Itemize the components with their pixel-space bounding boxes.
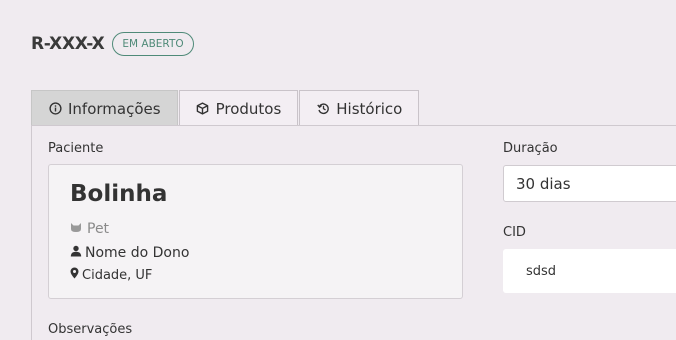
info-circle-icon	[48, 102, 62, 116]
duration-value: 30 dias	[516, 174, 571, 193]
owner-name: Nome do Dono	[85, 245, 190, 261]
duration-field[interactable]: 30 dias	[503, 165, 676, 202]
person-icon	[70, 245, 82, 261]
species-label: Pet	[87, 221, 110, 237]
location-text: Cidade, UF	[82, 267, 153, 283]
tab-label: Informações	[68, 99, 161, 118]
cat-icon	[70, 221, 82, 237]
patient-location: Cidade, UF	[70, 267, 152, 283]
tab-produtos[interactable]: Produtos	[178, 90, 299, 126]
map-pin-icon	[70, 267, 79, 283]
tab-bar: Informações Produtos Histórico	[31, 90, 420, 126]
record-header: R-XXX-X EM ABERTO	[31, 32, 194, 56]
observations-label: Observações	[48, 322, 133, 337]
history-icon	[316, 102, 330, 116]
cid-label: CID	[503, 225, 526, 240]
record-code: R-XXX-X	[31, 34, 105, 54]
cid-value: sdsd	[526, 263, 557, 279]
patient-species: Pet	[70, 221, 109, 237]
status-badge: EM ABERTO	[112, 32, 194, 56]
panel-border	[31, 125, 32, 340]
tab-divider	[31, 125, 676, 126]
patient-name: Bolinha	[70, 181, 168, 207]
tab-label: Histórico	[336, 99, 403, 118]
box-icon	[196, 102, 210, 116]
tab-informacoes[interactable]: Informações	[31, 90, 178, 126]
patient-owner: Nome do Dono	[70, 245, 189, 261]
tab-label: Produtos	[215, 99, 282, 118]
patient-card[interactable]: Bolinha Pet Nome do Dono Cidade, UF	[48, 164, 463, 299]
cid-field[interactable]: sdsd	[503, 249, 676, 293]
patient-label: Paciente	[48, 141, 104, 156]
duration-label: Duração	[503, 141, 558, 156]
tab-historico[interactable]: Histórico	[299, 90, 420, 126]
